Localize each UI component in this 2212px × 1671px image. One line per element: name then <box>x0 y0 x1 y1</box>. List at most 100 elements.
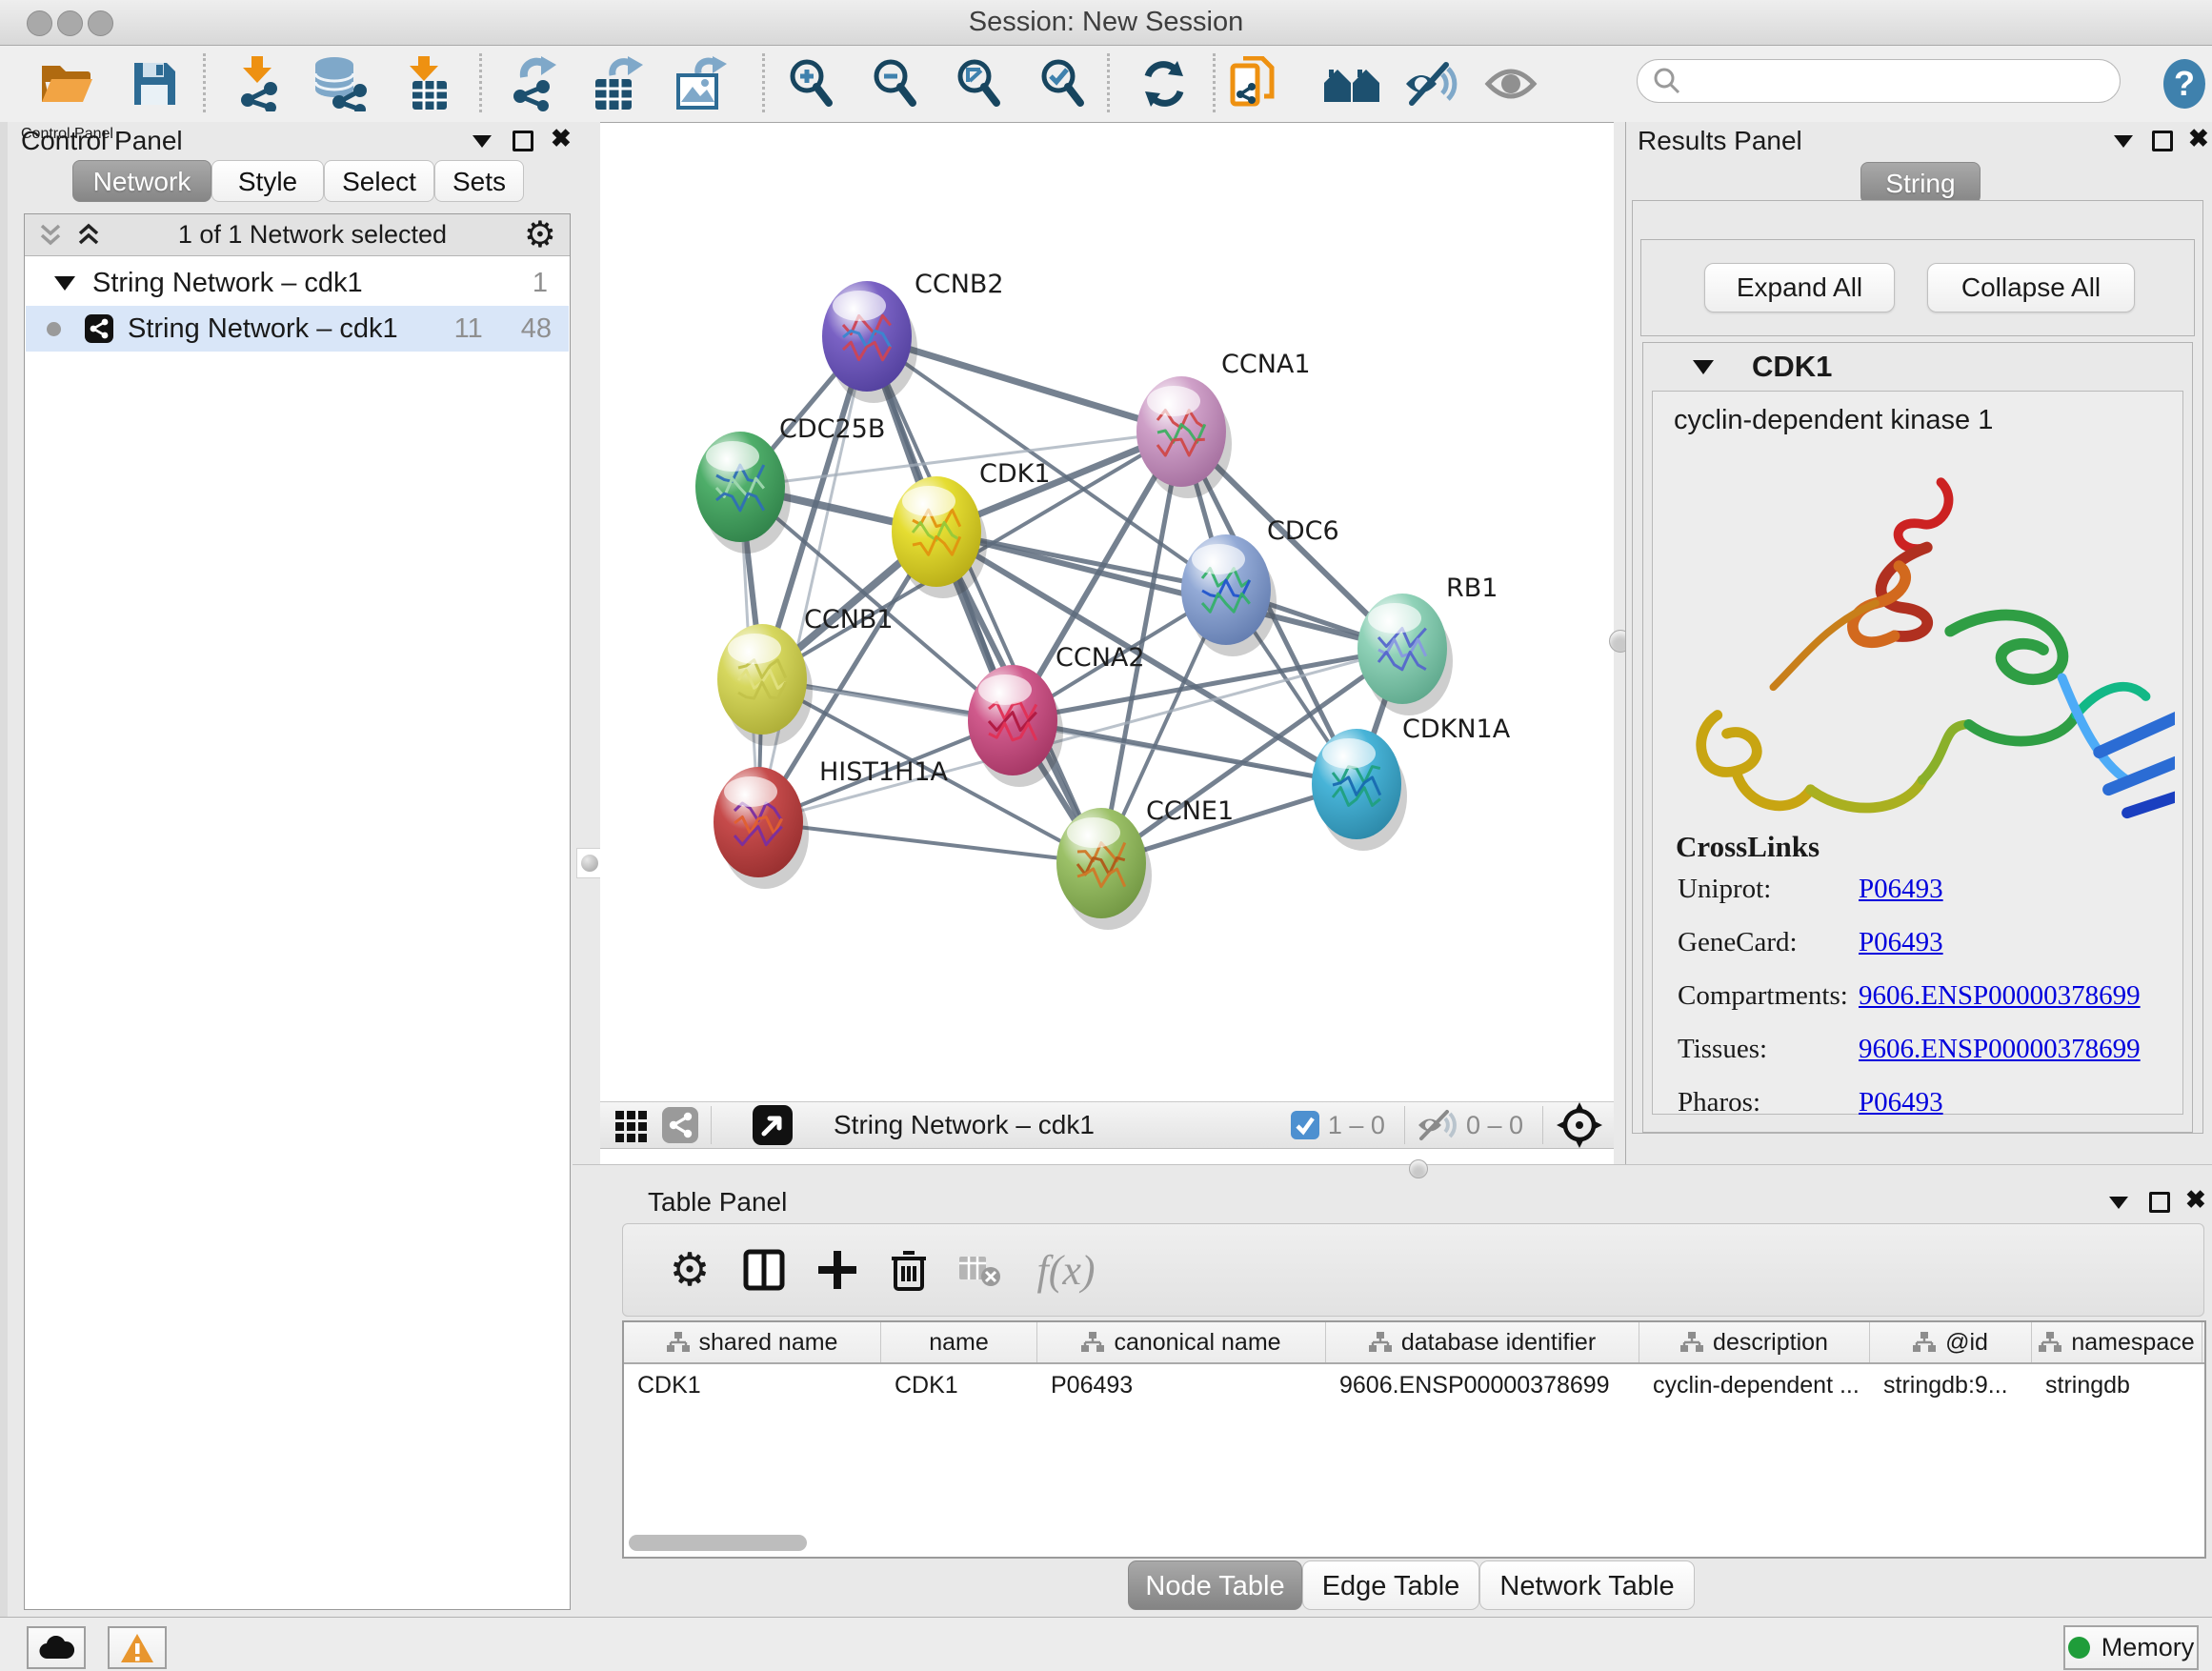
network-node[interactable]: CCNE1 <box>1056 796 1234 930</box>
network-node[interactable]: CCNB2 <box>822 270 1004 403</box>
column-header-shared-name[interactable]: shared name <box>624 1322 881 1362</box>
export-table-icon[interactable] <box>588 57 647 111</box>
crosslink-value-link[interactable]: P06493 <box>1859 874 1943 905</box>
export-image-icon[interactable] <box>672 57 731 111</box>
delete-table-icon-disabled <box>951 1241 1008 1299</box>
panel-close-icon[interactable]: ✖ <box>551 129 572 148</box>
selected-checkbox-icon[interactable] <box>1290 1110 1320 1140</box>
collapse-all-button[interactable]: Collapse All <box>1927 263 2135 312</box>
import-network-from-file-icon[interactable] <box>230 57 289 111</box>
splitter-handle-left[interactable] <box>576 848 603 878</box>
network-canvas[interactable]: CCNB2CCNA1CDC25BCDK1CDC6RB1CCNB1CCNA2CDK… <box>600 122 1614 1165</box>
tab-edge-table[interactable]: Edge Table <box>1302 1560 1479 1610</box>
tab-network[interactable]: Network <box>72 160 211 202</box>
crosslink-value-link[interactable]: P06493 <box>1859 1087 1943 1118</box>
network-view-mode-icon[interactable] <box>661 1106 699 1144</box>
hide-selected-icon[interactable] <box>1402 57 1461 111</box>
collection-expander-icon[interactable] <box>54 276 75 291</box>
export-network-icon[interactable] <box>504 57 563 111</box>
table-cell[interactable]: stringdb:9... <box>1870 1364 2032 1406</box>
column-header-canonical-name[interactable]: canonical name <box>1037 1322 1326 1362</box>
window-minimize-traffic-light[interactable] <box>57 10 83 36</box>
save-session-icon[interactable] <box>125 57 184 111</box>
network-node[interactable]: HIST1H1A <box>714 757 949 889</box>
import-table-from-file-icon[interactable] <box>399 57 458 111</box>
main-toolbar: ? <box>0 46 2212 123</box>
horizontal-scrollbar-thumb[interactable] <box>629 1535 807 1551</box>
crosslink-value-link[interactable]: P06493 <box>1859 927 1943 958</box>
network-node[interactable]: CDC6 <box>1181 516 1339 656</box>
duplicate-network-icon[interactable] <box>1225 57 1284 111</box>
panel-float-icon[interactable] <box>2149 1192 2170 1213</box>
window-zoom-traffic-light[interactable] <box>88 10 113 36</box>
add-column-icon[interactable] <box>809 1241 866 1299</box>
table-cell[interactable]: 9606.ENSP00000378699 <box>1326 1364 1639 1406</box>
birdseye-view-icon[interactable] <box>752 1104 794 1146</box>
memory-button[interactable]: Memory <box>2063 1625 2199 1670</box>
zoom-selected-icon[interactable] <box>1034 57 1093 111</box>
import-network-from-database-icon[interactable] <box>310 57 369 111</box>
cloud-status-button[interactable] <box>27 1626 86 1669</box>
panel-menu-icon[interactable] <box>473 135 492 148</box>
table-row[interactable]: CDK1CDK1P064939606.ENSP00000378699cyclin… <box>624 1364 2204 1406</box>
node-table[interactable]: shared namenamecanonical namedatabase id… <box>622 1320 2206 1559</box>
column-header-namespace[interactable]: namespace <box>2032 1322 2202 1362</box>
open-session-icon[interactable] <box>37 57 96 111</box>
search-field[interactable] <box>1637 59 2121 103</box>
tab-network-table[interactable]: Network Table <box>1479 1560 1695 1610</box>
column-header-description[interactable]: description <box>1639 1322 1870 1362</box>
network-node[interactable]: CDC25B <box>695 414 885 554</box>
panel-close-icon[interactable]: ✖ <box>2188 129 2209 148</box>
panel-float-icon[interactable] <box>513 131 533 151</box>
collapse-all-icon[interactable] <box>38 223 63 248</box>
node-section-header[interactable]: CDK1 <box>1643 343 2192 391</box>
window-close-traffic-light[interactable] <box>27 10 52 36</box>
network-graph[interactable]: CCNB2CCNA1CDC25BCDK1CDC6RB1CCNB1CCNA2CDK… <box>600 123 1614 1101</box>
refresh-view-icon[interactable] <box>1135 57 1194 111</box>
column-header--id[interactable]: @id <box>1870 1322 2032 1362</box>
panel-splitter[interactable] <box>573 122 600 1164</box>
panel-menu-icon[interactable] <box>2114 135 2133 148</box>
zoom-out-icon[interactable] <box>866 57 925 111</box>
horizontal-splitter[interactable] <box>573 1164 2212 1182</box>
network-node[interactable]: RB1 <box>1357 574 1498 715</box>
network-node[interactable]: CCNB1 <box>717 605 894 746</box>
zoom-in-icon[interactable] <box>782 57 841 111</box>
crosslink-value-link[interactable]: 9606.ENSP00000378699 <box>1859 980 2141 1012</box>
table-cell[interactable]: stringdb <box>2032 1364 2202 1406</box>
column-header-name[interactable]: name <box>881 1322 1037 1362</box>
tab-style[interactable]: Style <box>211 160 324 202</box>
section-expander-icon[interactable] <box>1693 360 1714 374</box>
fit-selected-crosshair-icon[interactable] <box>1555 1100 1604 1150</box>
table-cell[interactable]: CDK1 <box>881 1364 1037 1406</box>
zoom-fit-icon[interactable] <box>950 57 1009 111</box>
show-columns-icon[interactable] <box>735 1241 793 1299</box>
table-cell[interactable]: CDK1 <box>624 1364 881 1406</box>
network-collection-row[interactable]: String Network – cdk1 1 <box>26 260 569 306</box>
network-row-selected[interactable]: String Network – cdk1 11 48 <box>26 306 569 352</box>
grid-view-icon[interactable] <box>613 1107 650 1143</box>
splitter-handle-bottom[interactable] <box>1409 1159 1428 1178</box>
table-cell[interactable]: cyclin-dependent ... <box>1639 1364 1870 1406</box>
delete-column-icon[interactable] <box>880 1241 937 1299</box>
network-node[interactable]: CDKN1A <box>1312 715 1511 851</box>
warning-status-button[interactable] <box>108 1626 167 1669</box>
panel-menu-icon[interactable] <box>2109 1197 2128 1209</box>
panel-float-icon[interactable] <box>2152 131 2173 151</box>
column-header-database-identifier[interactable]: database identifier <box>1326 1322 1639 1362</box>
expand-all-button[interactable]: Expand All <box>1704 263 1895 312</box>
home-networks-icon[interactable] <box>1322 57 1381 111</box>
tab-string-results[interactable]: String <box>1860 162 1981 204</box>
panel-close-icon[interactable]: ✖ <box>2185 1190 2206 1209</box>
tab-node-table[interactable]: Node Table <box>1128 1560 1302 1610</box>
expand-all-icon[interactable] <box>76 223 101 248</box>
show-hidden-icon[interactable] <box>1482 57 1541 111</box>
help-icon[interactable]: ? <box>2155 57 2212 111</box>
search-input[interactable] <box>1691 66 2104 97</box>
tab-sets[interactable]: Sets <box>434 160 524 202</box>
network-options-gear-icon[interactable]: ⚙ <box>524 217 556 253</box>
table-cell[interactable]: P06493 <box>1037 1364 1326 1406</box>
table-options-gear-icon[interactable]: ⚙ <box>661 1241 718 1299</box>
tab-select[interactable]: Select <box>324 160 434 202</box>
crosslink-value-link[interactable]: 9606.ENSP00000378699 <box>1859 1034 2141 1065</box>
